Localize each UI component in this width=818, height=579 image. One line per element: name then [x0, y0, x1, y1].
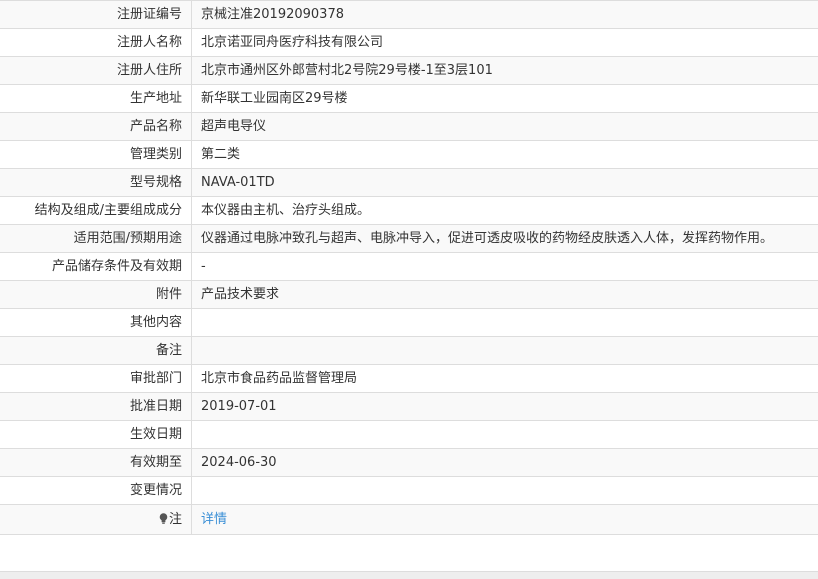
- row-scope-of-use: 适用范围/预期用途 仪器通过电脉冲致孔与超声、电脉冲导入，促进可透皮吸收的药物经…: [0, 225, 818, 253]
- row-label: 注册人名称: [0, 29, 192, 56]
- row-structure-composition: 结构及组成/主要组成成分 本仪器由主机、治疗头组成。: [0, 197, 818, 225]
- row-value: 北京诺亚同舟医疗科技有限公司: [201, 35, 384, 50]
- row-value: 京械注准20192090378: [201, 7, 344, 22]
- row-value: [192, 421, 818, 448]
- row-label: 管理类别: [0, 141, 192, 168]
- registration-record-table: 注册证编号 京械注准20192090378 注册人名称 北京诺亚同舟医疗科技有限…: [0, 0, 818, 535]
- row-other-content: 其他内容: [0, 309, 818, 337]
- row-value: [192, 477, 818, 504]
- row-label: 结构及组成/主要组成成分: [0, 197, 192, 224]
- row-value: 2024-06-30: [201, 455, 277, 470]
- row-attachment: 附件 产品技术要求: [0, 281, 818, 309]
- row-value: -: [201, 259, 206, 274]
- row-label: 注册证编号: [0, 1, 192, 28]
- row-change-status: 变更情况: [0, 477, 818, 505]
- row-label: 变更情况: [0, 477, 192, 504]
- row-value: [192, 309, 818, 336]
- row-label: 生产地址: [0, 85, 192, 112]
- row-production-address: 生产地址 新华联工业园南区29号楼: [0, 85, 818, 113]
- row-label: 注册人住所: [0, 57, 192, 84]
- row-value: [192, 337, 818, 364]
- row-label: 其他内容: [0, 309, 192, 336]
- details-link[interactable]: 详情: [201, 512, 227, 527]
- row-registrant-address: 注册人住所 北京市通州区外郎营村北2号院29号楼-1至3层101: [0, 57, 818, 85]
- row-value: 2019-07-01: [201, 399, 277, 414]
- row-label: 有效期至: [0, 449, 192, 476]
- row-registrant-name: 注册人名称 北京诺亚同舟医疗科技有限公司: [0, 29, 818, 57]
- row-effective-date: 生效日期: [0, 421, 818, 449]
- row-product-name: 产品名称 超声电导仪: [0, 113, 818, 141]
- note-label-text: 注: [168, 512, 182, 527]
- row-note: 注 详情: [0, 505, 818, 535]
- row-label: 审批部门: [0, 365, 192, 392]
- row-label: 生效日期: [0, 421, 192, 448]
- row-label: 型号规格: [0, 169, 192, 196]
- row-value: NAVA-01TD: [201, 175, 275, 190]
- row-approval-department: 审批部门 北京市食品药品监督管理局: [0, 365, 818, 393]
- row-management-category: 管理类别 第二类: [0, 141, 818, 169]
- row-label: 备注: [0, 337, 192, 364]
- row-value: 超声电导仪: [201, 119, 267, 134]
- row-label: 适用范围/预期用途: [0, 225, 192, 252]
- row-value: 本仪器由主机、治疗头组成。: [201, 203, 371, 218]
- row-storage-validity: 产品储存条件及有效期 -: [0, 253, 818, 281]
- row-registration-number: 注册证编号 京械注准20192090378: [0, 1, 818, 29]
- row-value: 北京市通州区外郎营村北2号院29号楼-1至3层101: [201, 63, 493, 78]
- row-approval-date: 批准日期 2019-07-01: [0, 393, 818, 421]
- row-value: 仪器通过电脉冲致孔与超声、电脉冲导入，促进可透皮吸收的药物经皮肤透入人体，发挥药…: [201, 231, 774, 246]
- row-label: 附件: [0, 281, 192, 308]
- row-value: 北京市食品药品监督管理局: [201, 371, 358, 386]
- row-label: 产品名称: [0, 113, 192, 140]
- row-value: 产品技术要求: [201, 287, 280, 302]
- row-expiry-date: 有效期至 2024-06-30: [0, 449, 818, 477]
- row-value: 第二类: [201, 147, 241, 162]
- row-label: 产品储存条件及有效期: [0, 253, 192, 280]
- note-value: 详情: [192, 505, 818, 534]
- lightbulb-icon: [159, 513, 168, 524]
- note-label: 注: [0, 505, 192, 534]
- row-remarks: 备注: [0, 337, 818, 365]
- row-label: 批准日期: [0, 393, 192, 420]
- row-model-spec: 型号规格 NAVA-01TD: [0, 169, 818, 197]
- row-value: 新华联工业园南区29号楼: [201, 91, 348, 106]
